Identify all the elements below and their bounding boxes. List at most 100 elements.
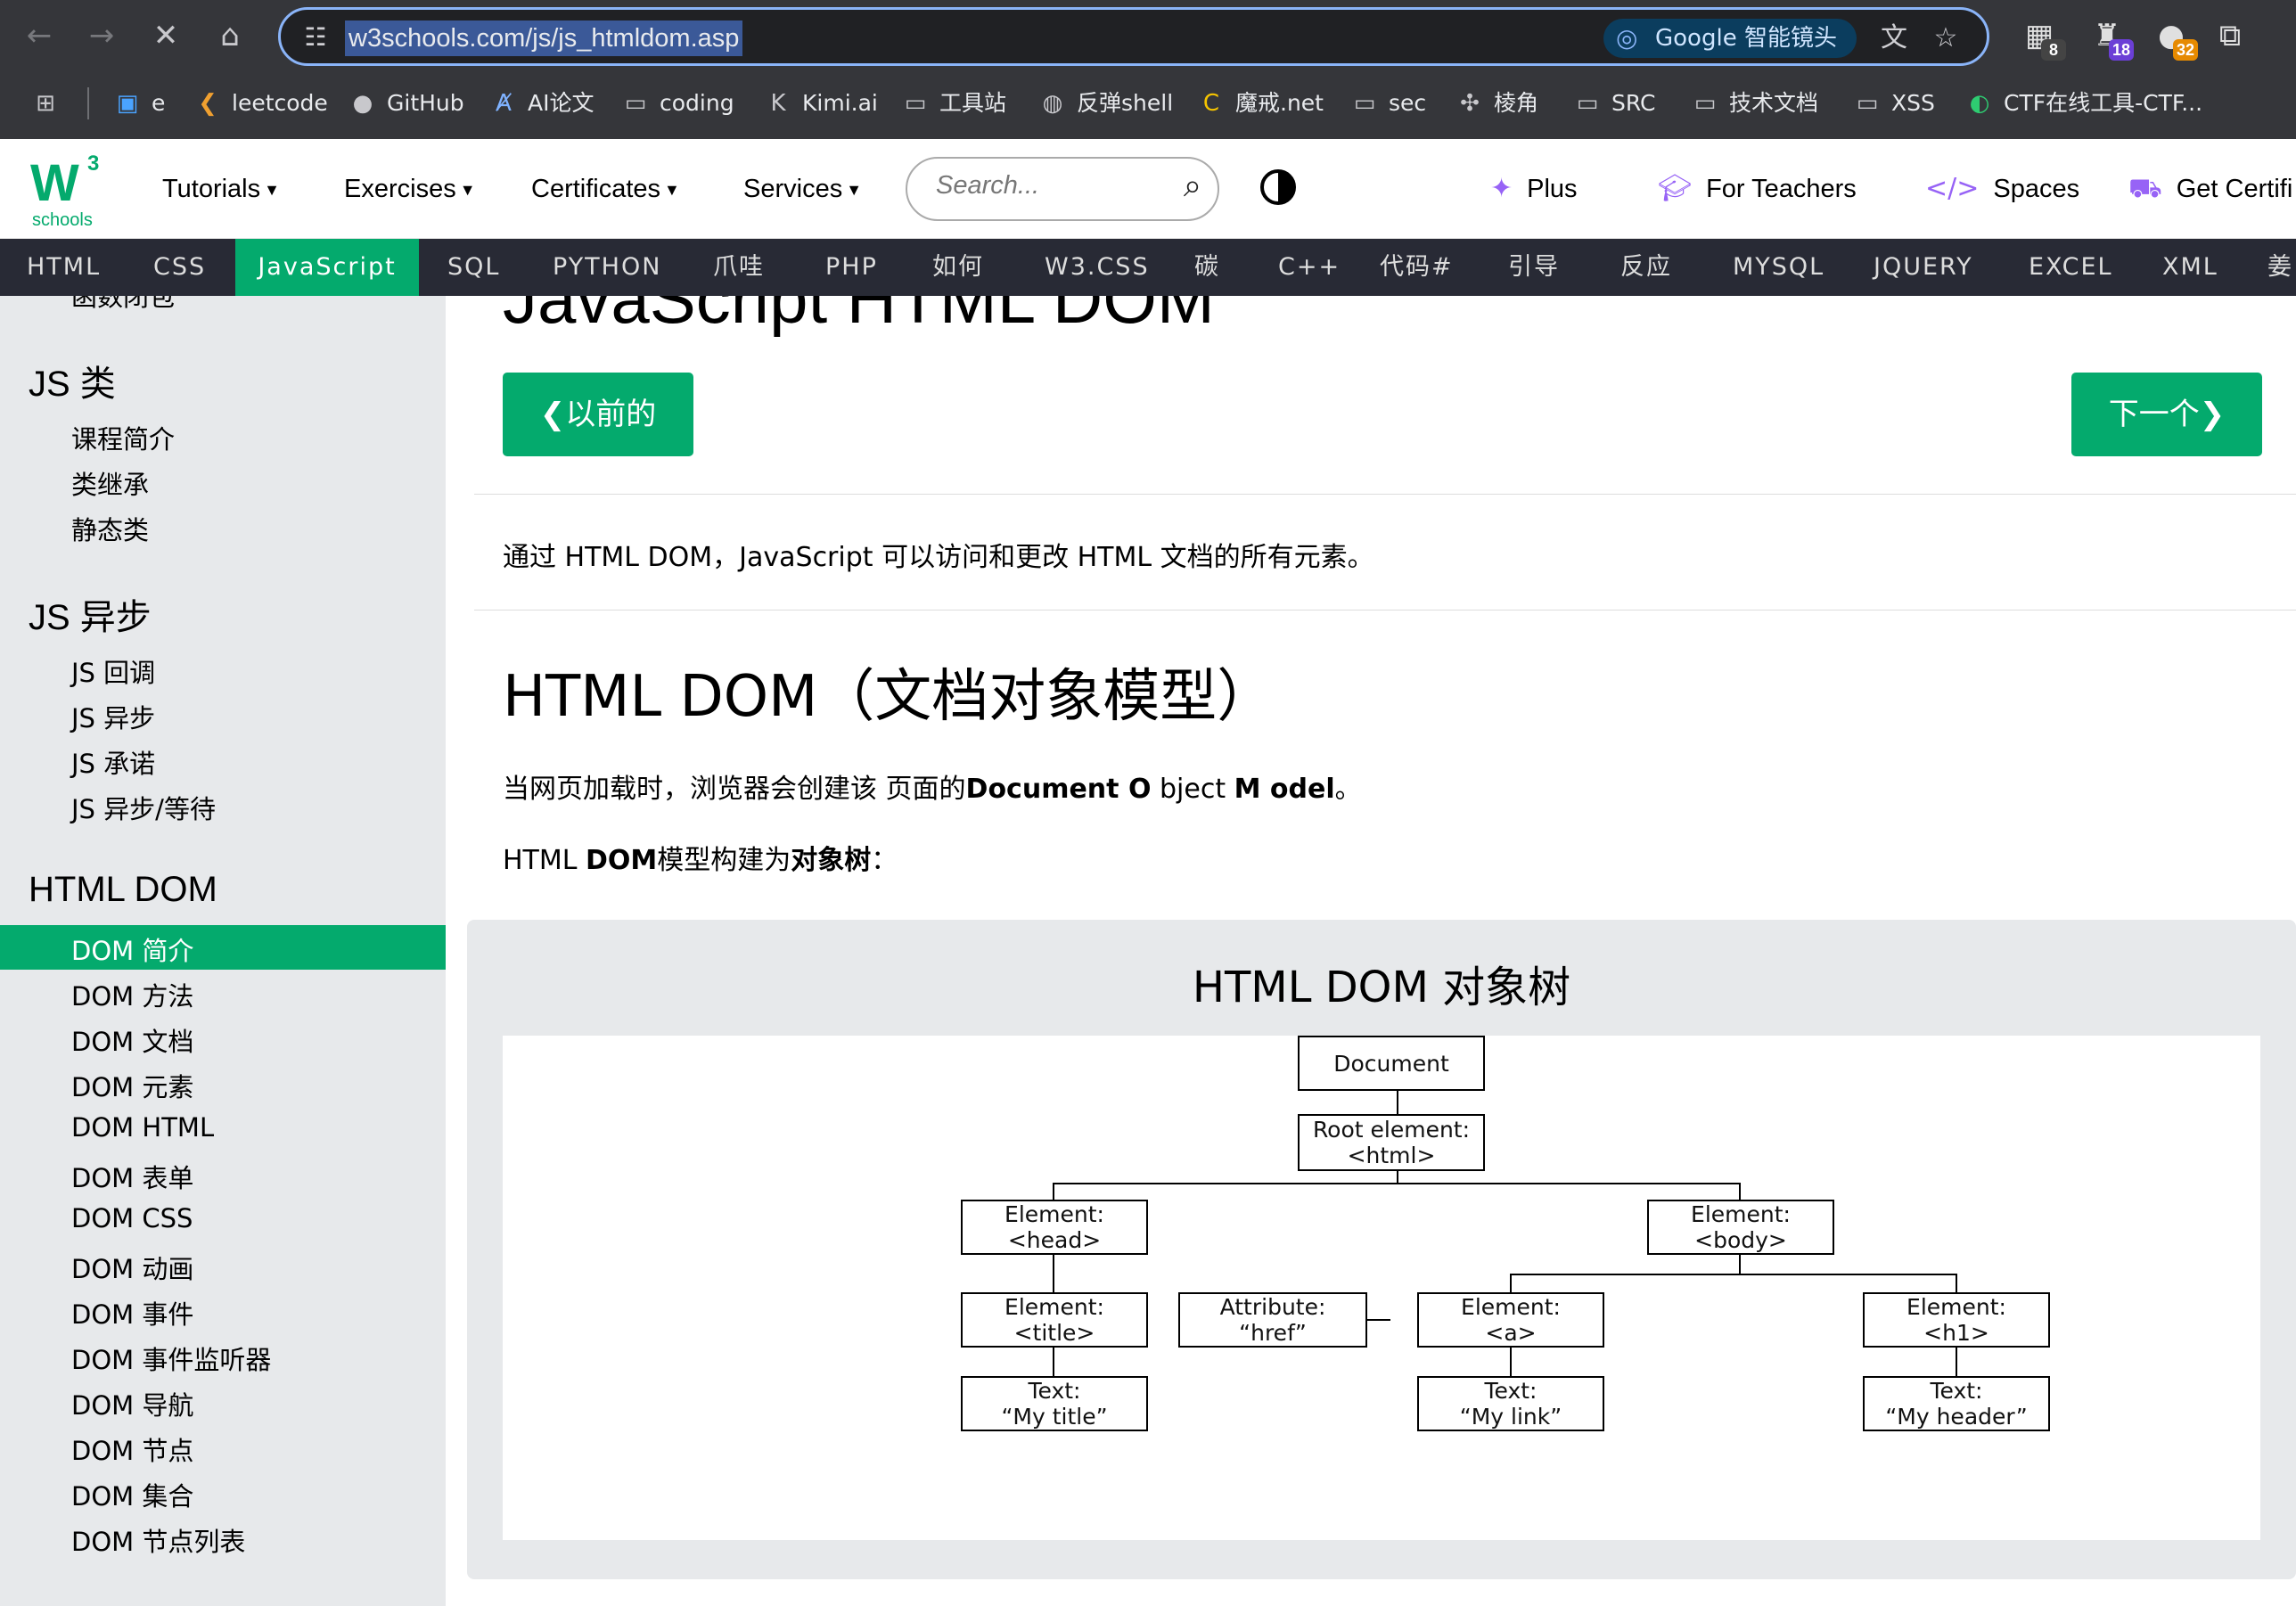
menu-tutorials[interactable]: Tutorials ▼ [162,169,280,209]
sidebar-item[interactable]: JS 回调 [71,652,155,690]
extension-badge: 32 [2173,39,2198,61]
lang-howto[interactable]: 如何 [932,239,984,296]
site-header: W 3 schools Tutorials ▼ Exercises ▼ Certif… [0,139,2296,239]
site-info-icon[interactable]: ☷ [300,22,331,53]
sidebar-item-active[interactable]: DOM 简介 [71,930,193,968]
sidebar-heading-js-classes: JS 类 [29,365,116,404]
sidebar-item[interactable]: DOM 节点 [71,1430,193,1468]
lang-django[interactable]: 姜 [2267,239,2293,296]
lang-java[interactable]: 爪哇 [713,239,765,296]
lens-icon: ◎ [1616,23,1638,53]
bookmark-lengjiao[interactable]: ✣ 棱角 [1455,86,1538,121]
search-icon[interactable]: ⌕ [1184,168,1201,205]
sidebar-item[interactable]: DOM 元素 [71,1067,193,1104]
bookmark-star-icon[interactable]: ☆ [1928,20,1964,56]
bookmark-e[interactable]: ▣ e [112,86,166,121]
sidebar-item[interactable]: JS 异步 [71,698,155,735]
home-icon[interactable]: ⌂ [207,12,253,59]
translate-icon[interactable]: 文 [1876,20,1912,56]
node-attribute-href: Attribute: “href” [1178,1292,1367,1348]
bookmark-mojie[interactable]: C 魔戒.net [1196,86,1324,121]
dark-mode-toggle-icon[interactable] [1260,169,1296,205]
sidebar-item[interactable]: DOM 导航 [71,1385,193,1422]
bookmark-reverse-shell[interactable]: ◍ 反弹shell [1037,86,1174,121]
logo-w: W [30,154,79,212]
url-text[interactable]: w3schools.com/js/js_htmldom.asp [345,20,743,56]
sidebar-item[interactable]: 类继承 [71,464,149,502]
sidebar-item[interactable]: DOM 事件 [71,1294,193,1332]
sidebar-item[interactable]: 静态类 [71,510,149,547]
menu-exercises[interactable]: Exercises ▼ [344,169,476,209]
sidebar-item[interactable]: DOM HTML [71,1112,214,1143]
lang-excel[interactable]: EXCEL [2029,239,2113,296]
bookmark-ctf-tools[interactable]: ◐ CTF在线工具-CTF... [1964,86,2202,121]
google-lens-button[interactable]: ◎ Google 智能镜头 [1603,19,1857,58]
lang-xml[interactable]: XML [2162,239,2218,296]
lang-react[interactable]: 反应 [1620,239,1672,296]
w3schools-logo[interactable]: W 3 schools [30,152,111,232]
forward-icon[interactable]: → [78,12,125,59]
node-body: Element: <body> [1647,1200,1834,1255]
lang-csharp[interactable]: 代码# [1380,239,1454,296]
sidebar-item[interactable]: 课程简介 [71,419,175,456]
bookmark-tech-docs[interactable]: ▭ 技术文档 [1690,86,1818,121]
omnibox[interactable]: ☷ w3schools.com/js/js_htmldom.asp ◎ Goog… [278,7,1989,66]
bookmark-xss[interactable]: ▭ XSS [1852,86,1935,121]
lang-w3css[interactable]: W3.CSS [1045,239,1150,296]
menu-plus[interactable]: ✦ Plus [1490,169,1578,209]
sidebar-item[interactable]: DOM 方法 [71,976,193,1013]
menu-get-certified[interactable]: ⛟ Get Certifi [2128,169,2292,209]
lang-mysql[interactable]: MYSQL [1733,239,1824,296]
tree-connector [1956,1346,1957,1376]
menu-certificates[interactable]: Certificates ▼ [531,169,680,209]
lang-c[interactable]: 碳 [1194,239,1220,296]
sidebar-item[interactable]: DOM 表单 [71,1158,193,1195]
sidebar-item[interactable]: JS 承诺 [71,743,155,781]
sidebar-item[interactable]: DOM 动画 [71,1249,193,1286]
caret-down-icon: ▼ [459,181,476,200]
lang-cpp[interactable]: C++ [1278,239,1341,296]
previous-button[interactable]: ❮以前的 [503,373,693,456]
lang-bootstrap[interactable]: 引导 [1508,239,1560,296]
lang-php[interactable]: PHP [825,239,878,296]
sidebar-item-cut[interactable]: 函数闭包 [71,296,175,314]
bookmark-github[interactable]: ● GitHub [348,86,464,121]
sidebar-item[interactable]: DOM 集合 [71,1476,193,1513]
leetcode-icon: ❮ [198,90,217,117]
sidebar-item[interactable]: DOM 事件监听器 [71,1340,271,1377]
sidebar-item[interactable]: DOM 文档 [71,1021,193,1059]
extension-hat-icon[interactable]: ♜ 18 [2084,12,2134,61]
bookmark-kimi[interactable]: K Kimi.ai [763,86,877,121]
bookmark-tools[interactable]: ▭ 工具站 [900,86,1006,121]
lang-javascript[interactable]: JavaScript [235,239,419,296]
sidebar-item[interactable]: DOM CSS [71,1203,193,1233]
extensions-puzzle-icon[interactable]: ⧉ [2207,12,2253,59]
menu-for-teachers[interactable]: 🎓︎ For Teachers [1658,169,1857,209]
lang-python[interactable]: PYTHON [553,239,661,296]
node-a: Element: <a> [1417,1292,1604,1348]
back-icon[interactable]: ← [16,12,62,59]
site-search-input[interactable]: Search... ⌕ [906,157,1219,221]
folder-icon: ▭ [904,90,927,117]
lang-html[interactable]: HTML [27,239,101,296]
lang-css[interactable]: CSS [153,239,206,296]
bookmark-sec[interactable]: ▭ sec [1349,86,1426,121]
caret-down-icon: ▼ [264,181,280,200]
bookmarks-list: ▣ e ❮ leetcode ● GitHub Ⱥ AI论文 ▭ coding K Kimi… [0,71,2296,139]
bookmark-ai-papers[interactable]: Ⱥ AI论文 [488,86,594,121]
stop-icon[interactable]: ✕ [143,12,189,59]
bookmark-leetcode[interactable]: ❮ leetcode [193,86,328,121]
menu-services[interactable]: Services ▼ [743,169,862,209]
sidebar-item[interactable]: DOM 节点列表 [71,1521,245,1559]
menu-spaces[interactable]: </> Spaces [1925,169,2079,209]
next-button[interactable]: 下一个❯ [2071,373,2262,456]
extension-ghost-icon[interactable]: ● 32 [2148,12,2198,61]
bookmark-src[interactable]: ▭ SRC [1572,86,1656,121]
sidebar-item[interactable]: JS 异步/等待 [71,789,216,826]
lang-sql[interactable]: SQL [447,239,500,296]
tree-connector [1956,1274,1957,1293]
tree-connector [1510,1274,1512,1293]
extension-qr-icon[interactable]: ▦ 8 [2016,12,2066,61]
lang-jquery[interactable]: JQUERY [1874,239,1973,296]
bookmark-coding[interactable]: ▭ coding [620,86,734,121]
